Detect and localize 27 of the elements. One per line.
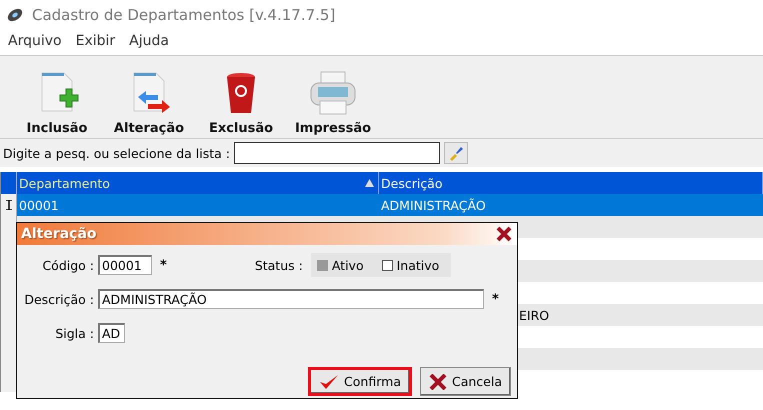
description-field[interactable]: ADMINISTRAÇÃO xyxy=(98,289,484,309)
dialog-title: Alteração xyxy=(21,226,97,242)
confirm-button[interactable]: Confirma xyxy=(308,367,412,396)
required-mark: * xyxy=(160,258,167,272)
menu-item[interactable]: Arquivo xyxy=(8,33,62,49)
menu-item[interactable]: Exibir xyxy=(76,33,116,49)
status-checkbox[interactable]: Ativo xyxy=(316,258,364,272)
toolbar-button[interactable]: Inclusão xyxy=(14,56,100,138)
column-header[interactable]: Descrição xyxy=(379,172,763,194)
search-label: Digite a pesq. ou selecione da lista : xyxy=(3,146,230,160)
acronym-label: Sigla : xyxy=(54,326,95,340)
menu-item[interactable]: Ajuda xyxy=(129,33,169,49)
status-checkbox[interactable]: Inativo xyxy=(382,258,440,272)
toolbar-button[interactable]: Alteração xyxy=(106,56,192,138)
required-mark: * xyxy=(492,292,499,306)
acronym-field[interactable]: AD xyxy=(98,323,125,343)
code-field[interactable]: 00001 xyxy=(98,255,152,275)
code-label: Código : xyxy=(41,258,95,272)
window-title: Cadastro de Departamentos [v.4.17.7.5] xyxy=(32,6,336,24)
table-cell: ADMINISTRAÇÃO xyxy=(379,194,763,216)
toolbar-button[interactable]: Exclusão xyxy=(198,56,284,138)
status-label: Status : xyxy=(254,258,303,272)
column-header[interactable]: Departamento xyxy=(17,172,379,194)
toolbar-button[interactable]: Impressão xyxy=(290,56,376,138)
table-cell: 00001 xyxy=(17,194,379,216)
cancel-button[interactable]: Cancela xyxy=(420,367,511,396)
description-label: Descrição : xyxy=(23,292,95,306)
